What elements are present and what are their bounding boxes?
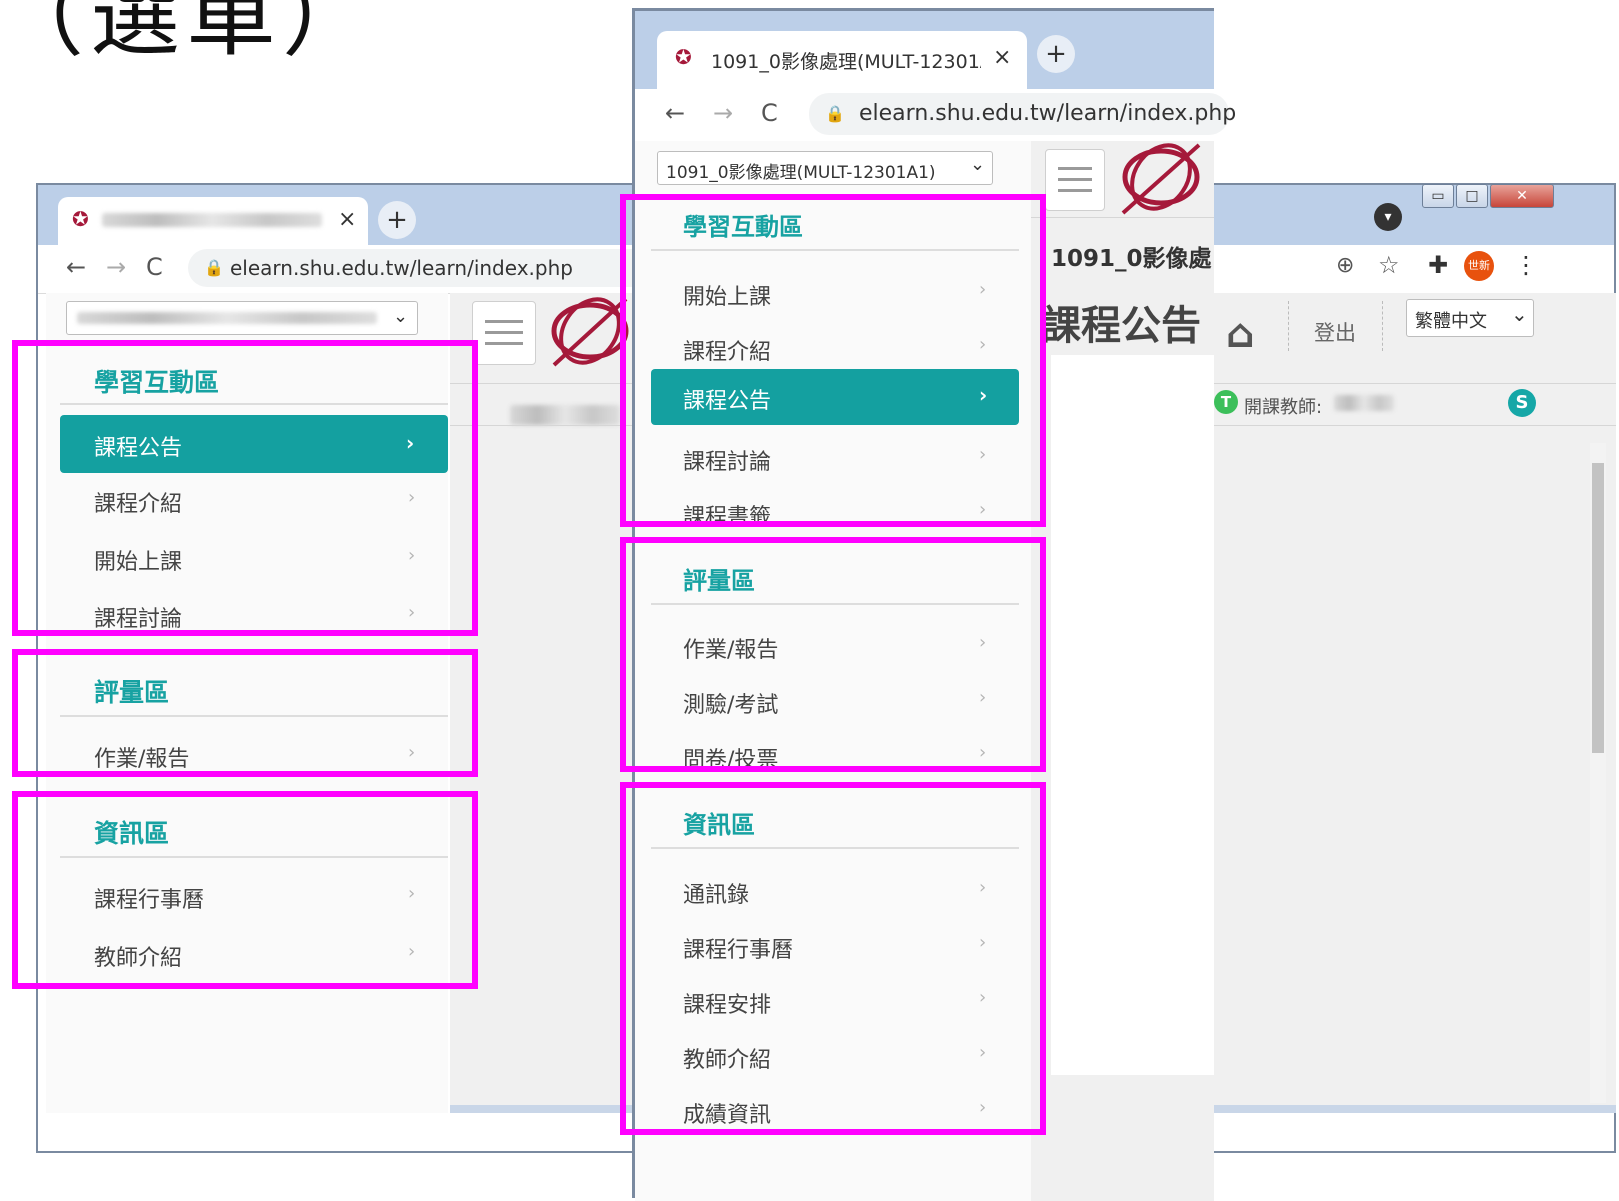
highlight-box (12, 340, 478, 636)
course-select-value: 1091_0影像處理(MULT-12301A1) (666, 163, 936, 183)
address-url: elearn.shu.edu.tw/learn/index.php (230, 256, 573, 280)
home-icon[interactable]: ⌂ (1226, 311, 1255, 357)
back-arrow-icon[interactable]: ← (66, 253, 86, 281)
address-url: elearn.shu.edu.tw/learn/index.php (859, 101, 1237, 126)
front-course-select[interactable]: 1091_0影像處理(MULT-12301A1) ⌄ (657, 151, 993, 185)
language-value: 繁體中文 (1415, 311, 1487, 332)
new-tab-button[interactable]: + (1037, 35, 1075, 73)
reload-icon[interactable]: C (761, 99, 778, 127)
chevron-down-icon: ⌄ (393, 306, 409, 327)
address-bar[interactable]: 🔒 elearn.shu.edu.tw/learn/index.php (809, 93, 1236, 135)
language-select[interactable]: 繁體中文 ⌄ (1406, 299, 1534, 337)
chevron-down-icon: ⌄ (1511, 302, 1528, 326)
header-divider (1031, 217, 1214, 218)
teacher-badge-icon: T (1214, 390, 1238, 414)
highlight-box (620, 537, 1046, 772)
header-separator (1382, 301, 1384, 351)
scrollbar-track[interactable] (1590, 443, 1606, 1103)
back-arrow-icon[interactable]: ← (665, 99, 685, 127)
minimize-button[interactable]: ▭ (1422, 184, 1454, 208)
chevron-down-icon: ⌄ (970, 154, 986, 175)
tab-title: 1091_0影像處理(MULT-12301A (711, 51, 981, 73)
lock-icon: 🔒 (204, 258, 224, 277)
front-active-tab[interactable]: ✪ 1091_0影像處理(MULT-12301A × (657, 31, 1027, 89)
teacher-label: 開課教師: (1244, 397, 1323, 418)
tab-close-icon[interactable]: × (993, 45, 1011, 70)
hamburger-menu-button[interactable] (1045, 149, 1105, 211)
front-content-area: 1091_0影像處 課程公告 (1031, 141, 1214, 1201)
new-tab-button[interactable]: + (378, 201, 416, 239)
blurred-tab-title (102, 213, 322, 227)
highlight-box (620, 782, 1046, 1135)
content-panel (1051, 355, 1214, 1075)
back-active-tab[interactable]: ✪ × (58, 197, 368, 245)
school-logo-icon: ✪ (675, 45, 692, 69)
header-separator (1288, 301, 1290, 351)
forward-arrow-icon[interactable]: → (106, 253, 126, 281)
front-toolbar: ← → C 🔒 elearn.shu.edu.tw/learn/index.ph… (635, 89, 1236, 142)
lock-icon: 🔒 (825, 104, 845, 123)
school-logo (1121, 143, 1201, 215)
back-course-select[interactable]: ⌄ (66, 301, 418, 335)
highlight-box (12, 649, 478, 777)
blurred-course-name (77, 312, 377, 324)
front-tab-strip: ✪ 1091_0影像處理(MULT-12301A × + (635, 11, 1214, 89)
tab-search-icon[interactable]: ▾ (1374, 203, 1402, 231)
course-title: 1091_0影像處 (1051, 246, 1212, 272)
page-title: 課程公告 (1041, 303, 1201, 349)
blurred-course-title (510, 405, 620, 425)
tab-close-icon[interactable]: × (338, 207, 356, 232)
profile-avatar[interactable]: 世新 (1464, 251, 1494, 281)
zoom-icon[interactable]: ⊕ (1336, 253, 1354, 278)
highlight-box (12, 791, 478, 989)
more-menu-icon[interactable]: ⋮ (1514, 251, 1538, 279)
maximize-button[interactable]: □ (1456, 184, 1488, 208)
logout-link[interactable]: 登出 (1314, 317, 1356, 347)
window-close-button[interactable]: ✕ (1490, 184, 1554, 208)
highlight-box (620, 194, 1046, 527)
s-badge-icon[interactable]: S (1508, 389, 1536, 417)
bookmark-star-icon[interactable]: ☆ (1378, 251, 1400, 279)
extensions-icon[interactable]: ✚ (1428, 251, 1448, 279)
reload-icon[interactable]: C (146, 253, 163, 281)
hamburger-menu-button[interactable] (472, 301, 536, 365)
forward-arrow-icon[interactable]: → (713, 99, 733, 127)
slide-title-fragment: （選單） (0, 0, 378, 69)
school-logo-icon: ✪ (72, 207, 89, 231)
scrollbar-thumb[interactable] (1592, 463, 1604, 753)
blurred-teacher-name (1334, 395, 1394, 411)
